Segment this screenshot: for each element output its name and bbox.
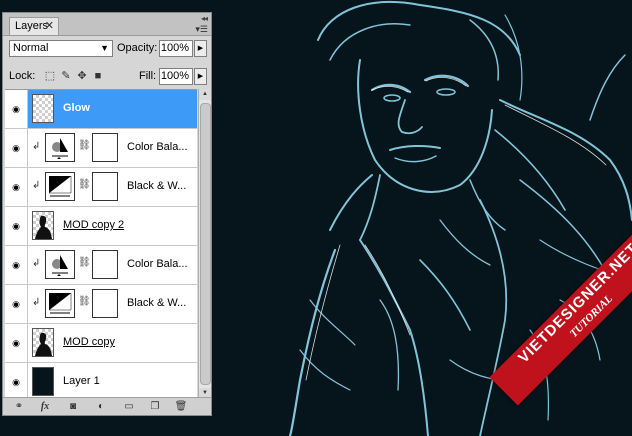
collapse-icon[interactable]: ◂◂: [201, 14, 208, 23]
layer-name[interactable]: Black & W...: [127, 180, 186, 192]
layer-name[interactable]: Glow: [63, 102, 90, 114]
layer-thumbnail: [32, 367, 54, 396]
layer-row[interactable]: ◉ Layer 1: [5, 363, 197, 400]
blend-opacity-row: Normal ▼ Opacity: 100% ▶: [7, 40, 207, 58]
add-mask-icon[interactable]: ◙: [65, 399, 81, 414]
layer-thumbnail: [32, 328, 54, 357]
layer-name[interactable]: MOD copy: [63, 336, 115, 348]
scrollbar-thumb[interactable]: [200, 103, 211, 385]
color-balance-icon: [45, 133, 75, 162]
lock-pixels-icon[interactable]: ✎: [59, 69, 73, 83]
folder-icon[interactable]: ▭: [121, 399, 137, 414]
layer-thumbnail: [32, 211, 54, 240]
lock-label: Lock:: [9, 70, 36, 82]
eye-icon[interactable]: ◉: [5, 90, 28, 128]
eye-icon[interactable]: ◉: [5, 207, 28, 245]
layer-mask-thumbnail[interactable]: [92, 289, 118, 318]
close-icon[interactable]: ✕: [45, 18, 54, 35]
link-icon[interactable]: ⛓: [78, 296, 91, 307]
layer-mask-thumbnail[interactable]: [92, 133, 118, 162]
lock-all-icon[interactable]: ■: [91, 69, 105, 83]
fx-icon[interactable]: fx: [37, 399, 53, 414]
black-white-icon: [45, 172, 75, 201]
layer-row[interactable]: ◉ MOD copy: [5, 324, 197, 363]
tab-layers[interactable]: Layers ✕: [9, 17, 59, 35]
fill-field[interactable]: 100%: [159, 68, 193, 85]
blend-mode-select[interactable]: Normal ▼: [9, 40, 113, 57]
layer-row[interactable]: ◉ ↲ ⛓ Color Bala...: [5, 129, 197, 168]
trash-icon[interactable]: 🗑: [173, 399, 189, 414]
panel-menu-icon[interactable]: ▾☰: [195, 24, 208, 35]
eye-icon[interactable]: ◉: [5, 168, 28, 206]
layer-thumbnail: [32, 94, 54, 123]
fill-slider-button[interactable]: ▶: [194, 68, 207, 85]
adjustment-layer-icon[interactable]: ◐: [93, 399, 109, 414]
fill-label: Fill:: [139, 70, 157, 82]
panel-tab-bar: Layers ✕ ◂◂ ▾☰: [3, 13, 211, 36]
layer-mask-thumbnail[interactable]: [92, 172, 118, 201]
lock-transparency-icon[interactable]: ⬚: [43, 69, 57, 83]
layers-list: ◉ Glow ◉ ↲ ⛓ Color Bala... ◉ ↲ ⛓ Black &…: [5, 89, 197, 400]
clip-arrow-icon: ↲: [32, 297, 41, 308]
lock-fill-row: Lock: ⬚ ✎ ✥ ■ Fill: 100% ▶: [7, 68, 207, 86]
opacity-label: Opacity:: [117, 42, 158, 54]
layer-name[interactable]: Color Bala...: [127, 258, 188, 270]
eye-icon[interactable]: ◉: [5, 363, 28, 400]
link-icon[interactable]: ⛓: [78, 257, 91, 268]
layer-name[interactable]: Color Bala...: [127, 141, 188, 153]
black-white-icon: [45, 289, 75, 318]
eye-icon[interactable]: ◉: [5, 129, 28, 167]
layer-row[interactable]: ◉ Glow: [5, 90, 197, 129]
opacity-value: 100%: [160, 42, 189, 54]
layers-panel: Layers ✕ ◂◂ ▾☰ Normal ▼ Opacity: 100% ▶ …: [2, 12, 212, 416]
chevron-down-icon: ▼: [100, 43, 109, 53]
layer-row[interactable]: ◉ MOD copy 2: [5, 207, 197, 246]
color-balance-icon: [45, 250, 75, 279]
link-icon[interactable]: ⛓: [78, 179, 91, 190]
layer-row[interactable]: ◉ ↲ ⛓ Black & W...: [5, 285, 197, 324]
layer-name[interactable]: Layer 1: [63, 375, 100, 387]
layer-name[interactable]: Black & W...: [127, 297, 186, 309]
eye-icon[interactable]: ◉: [5, 324, 28, 362]
blend-mode-value: Normal: [13, 42, 49, 54]
opacity-field[interactable]: 100%: [159, 40, 193, 57]
link-layers-icon[interactable]: ⚭: [11, 399, 27, 414]
layer-mask-thumbnail[interactable]: [92, 250, 118, 279]
clip-arrow-icon: ↲: [32, 141, 41, 152]
layers-scrollbar[interactable]: ▲ ▼: [198, 89, 211, 399]
layer-row[interactable]: ◉ ↲ ⛓ Black & W...: [5, 168, 197, 207]
eye-icon[interactable]: ◉: [5, 246, 28, 284]
lock-position-icon[interactable]: ✥: [75, 69, 89, 83]
fill-value: 100%: [160, 70, 189, 82]
tab-layers-label: Layers: [15, 20, 49, 32]
new-layer-icon[interactable]: ❐: [147, 399, 163, 414]
clip-arrow-icon: ↲: [32, 180, 41, 191]
link-icon[interactable]: ⛓: [78, 140, 91, 151]
layer-name[interactable]: MOD copy 2: [63, 219, 124, 231]
opacity-slider-button[interactable]: ▶: [194, 40, 207, 57]
eye-icon[interactable]: ◉: [5, 285, 28, 323]
layer-row[interactable]: ◉ ↲ ⛓ Color Bala...: [5, 246, 197, 285]
clip-arrow-icon: ↲: [32, 258, 41, 269]
scroll-up-icon[interactable]: ▲: [199, 89, 211, 100]
panel-footer: ⚭ fx ◙ ◐ ▭ ❐ 🗑: [3, 397, 211, 415]
